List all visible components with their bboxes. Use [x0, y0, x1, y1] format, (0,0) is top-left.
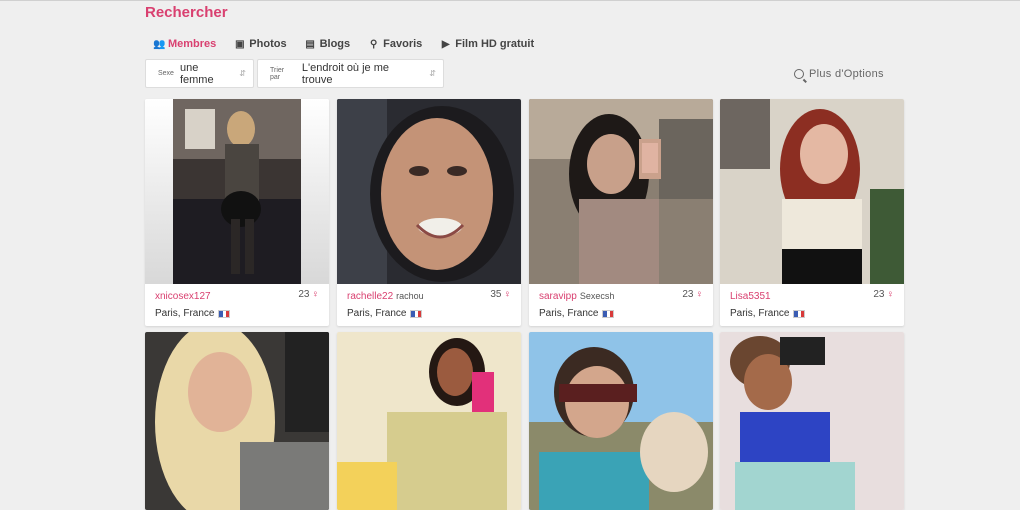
username[interactable]: xnicosex127 — [155, 291, 211, 302]
sort-value: L'endroit où je me trouve — [301, 61, 390, 86]
top-border — [0, 0, 1020, 1]
tab-bar: 👥 Membres ▣ Photos ▤ Blogs ⚲ Favoris ▶ F… — [153, 38, 534, 50]
newspaper-icon: ▤ — [305, 38, 315, 50]
tab-film-hd[interactable]: ▶ Film HD gratuit — [440, 38, 534, 50]
female-icon: ♀ — [886, 289, 895, 300]
tab-membres[interactable]: 👥 Membres — [153, 38, 216, 50]
age: 23 ♀ — [298, 289, 319, 300]
profile-photo[interactable] — [145, 99, 329, 284]
profile-card[interactable]: rachelle22 rachou 35 ♀ Paris, France — [337, 99, 521, 326]
female-icon: ♀ — [503, 289, 512, 300]
profile-info: rachelle22 rachou 35 ♀ Paris, France — [337, 284, 521, 326]
location: Paris, France — [730, 308, 806, 319]
france-flag-icon — [602, 309, 615, 318]
age: 23 ♀ — [682, 289, 703, 300]
location-text: Paris, France — [155, 308, 215, 319]
profile-card[interactable] — [529, 332, 713, 510]
profile-card[interactable] — [720, 332, 904, 510]
username-link[interactable]: xnicosex127 — [155, 291, 211, 302]
tab-label: Film HD gratuit — [455, 38, 535, 50]
profile-photo[interactable] — [529, 332, 713, 510]
age: 35 ♀ — [490, 289, 511, 300]
france-flag-icon — [218, 309, 231, 318]
france-flag-icon — [793, 309, 806, 318]
location-text: Paris, France — [347, 308, 407, 319]
tab-photos[interactable]: ▣ Photos — [234, 38, 287, 50]
tab-label: Favoris — [383, 38, 423, 50]
location: Paris, France — [347, 308, 423, 319]
sort-select[interactable]: Trier par L'endroit où je me trouve ⇵ — [257, 59, 444, 88]
tab-label: Blogs — [319, 38, 351, 50]
age-value: 23 — [873, 289, 885, 300]
age-value: 23 — [298, 289, 310, 300]
username[interactable]: Lisa5351 — [730, 291, 771, 302]
sexe-value: une femme — [179, 61, 214, 86]
tab-favoris[interactable]: ⚲ Favoris — [368, 38, 422, 50]
profile-info: xnicosex127 23 ♀ Paris, France — [145, 284, 329, 326]
age-value: 23 — [682, 289, 694, 300]
username-link[interactable]: Lisa5351 — [730, 291, 771, 302]
profile-card[interactable]: xnicosex127 23 ♀ Paris, France — [145, 99, 329, 326]
select-arrows-icon: ⇵ — [429, 69, 436, 78]
tab-label: Photos — [249, 38, 287, 50]
username[interactable]: rachelle22 — [347, 291, 393, 302]
profile-card[interactable]: Lisa5351 23 ♀ Paris, France — [720, 99, 904, 326]
profile-info: Lisa5351 23 ♀ Paris, France — [720, 284, 904, 326]
location: Paris, France — [539, 308, 615, 319]
filter-bar: Sexe une femme ⇵ Trier par L'endroit où … — [145, 59, 444, 88]
video-icon: ▶ — [441, 38, 450, 50]
profile-photo[interactable] — [145, 332, 329, 510]
alias: rachou — [396, 291, 424, 301]
pin-icon: ⚲ — [369, 38, 378, 50]
location-text: Paris, France — [730, 308, 790, 319]
select-arrows-icon: ⇵ — [239, 69, 246, 78]
profile-photo[interactable] — [529, 99, 713, 284]
profile-card[interactable]: saravipp Sexecsh 23 ♀ Paris, France — [529, 99, 713, 326]
profile-photo[interactable] — [720, 332, 904, 510]
sexe-label: Sexe — [158, 70, 174, 77]
age-value: 35 — [490, 289, 502, 300]
sexe-select[interactable]: Sexe une femme ⇵ — [145, 59, 254, 88]
female-icon: ♀ — [311, 289, 320, 300]
sort-label: Trier par — [270, 66, 285, 81]
profile-card[interactable] — [337, 332, 521, 510]
tab-label: Membres — [168, 38, 217, 50]
profile-photo[interactable] — [720, 99, 904, 284]
tab-blogs[interactable]: ▤ Blogs — [305, 38, 351, 50]
profile-photo[interactable] — [337, 99, 521, 284]
profile-info: saravipp Sexecsh 23 ♀ Paris, France — [529, 284, 713, 326]
more-options-link[interactable]: Plus d'Options — [794, 68, 884, 80]
location: Paris, France — [155, 308, 231, 319]
username-link[interactable]: rachelle22 rachou — [347, 291, 424, 302]
profile-photo[interactable] — [337, 332, 521, 510]
page-title: Rechercher — [145, 4, 228, 21]
camera-icon: ▣ — [235, 38, 245, 50]
zoom-icon — [794, 69, 804, 79]
username[interactable]: saravipp — [539, 291, 577, 302]
more-options-label: Plus d'Options — [809, 68, 884, 80]
france-flag-icon — [410, 309, 423, 318]
location-text: Paris, France — [539, 308, 599, 319]
profile-card[interactable] — [145, 332, 329, 510]
female-icon: ♀ — [695, 289, 704, 300]
username-link[interactable]: saravipp Sexecsh — [539, 291, 614, 302]
alias: Sexecsh — [579, 291, 615, 301]
age: 23 ♀ — [873, 289, 894, 300]
users-icon: 👥 — [153, 38, 166, 50]
